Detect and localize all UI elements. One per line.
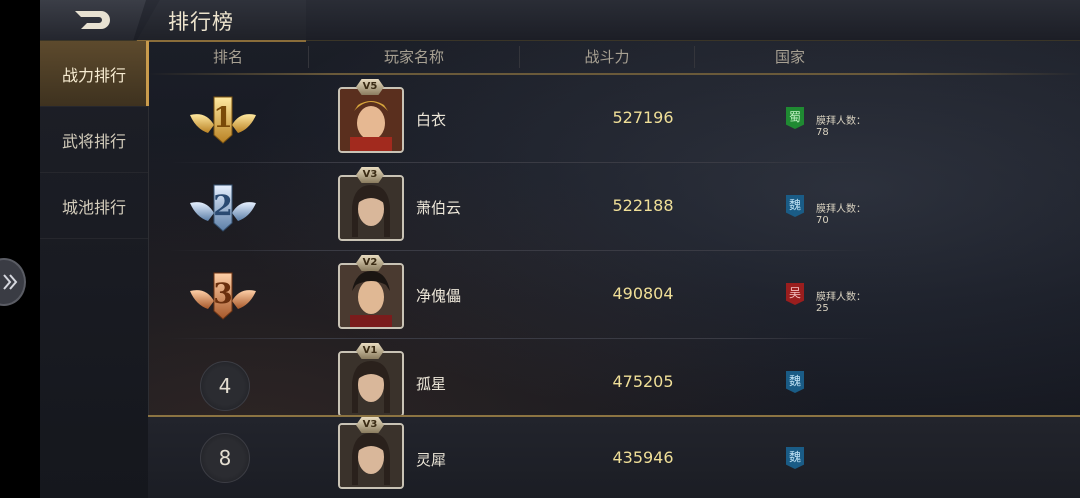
back-arrow-icon	[75, 11, 110, 29]
power-value: 475205	[612, 372, 674, 391]
vip-badge: V3	[356, 167, 384, 183]
column-header-rank: 排名	[148, 46, 309, 68]
vip-badge: V5	[356, 79, 384, 95]
vip-badge: V1	[356, 343, 384, 359]
table-row[interactable]: 2 V3 萧伯云 522188 魏 膜拜人数：70	[148, 163, 876, 251]
sidebar: 战力排行 武将排行 城池排行	[40, 41, 149, 498]
player-name: 白衣	[416, 111, 447, 129]
bronze-medal-icon: 3	[190, 272, 256, 320]
silver-medal-icon: 2	[190, 184, 256, 232]
table-row[interactable]: 1 V5 白衣 527196 蜀 膜拜人数：78	[148, 75, 876, 163]
player-name: 净傀儡	[416, 287, 462, 305]
player-avatar[interactable]	[338, 351, 404, 417]
page-title: 排行榜	[168, 10, 234, 34]
table-row[interactable]: 4 V1 孤星 475205 魏	[148, 339, 876, 417]
player-name: 孤星	[416, 375, 447, 393]
player-name: 萧伯云	[416, 199, 462, 217]
side-expand-handle[interactable]	[0, 258, 26, 306]
table-row[interactable]: 3 V2 净傀儡 490804 吴 膜拜人数：25	[148, 251, 876, 339]
rank-badge: 8	[200, 433, 250, 483]
column-header-country: 国家	[774, 48, 805, 66]
back-button[interactable]	[40, 0, 146, 40]
sidebar-item-general-ranking[interactable]: 武将排行	[40, 107, 148, 173]
country-flag-icon: 魏	[786, 371, 804, 393]
power-value: 522188	[612, 196, 674, 215]
player-avatar[interactable]	[338, 175, 404, 241]
country-flag-icon: 魏	[786, 447, 804, 469]
player-name: 灵犀	[416, 451, 447, 469]
table-header: 排名 玩家名称 战斗力 国家	[148, 41, 1080, 73]
column-header-player: 玩家名称	[309, 46, 520, 68]
gold-medal-icon: 1	[190, 96, 256, 144]
sidebar-item-label: 城池排行	[61, 197, 126, 217]
rank-number: 3	[213, 277, 232, 310]
power-value: 435946	[612, 448, 674, 467]
self-rank-row[interactable]: 8 V3 灵犀 435946 魏	[148, 415, 1080, 498]
player-avatar[interactable]	[338, 87, 404, 153]
country-flag-icon: 魏	[786, 195, 804, 217]
sidebar-item-power-ranking[interactable]: 战力排行	[40, 41, 149, 107]
vip-badge: V3	[356, 417, 384, 433]
game-screen: 排行榜 战力排行 武将排行 城池排行 排名 玩家名称 战斗力 国家 1 V5 白…	[40, 0, 1080, 498]
rank-number: 1	[213, 101, 232, 134]
sidebar-item-label: 战力排行	[61, 65, 126, 85]
country-flag-icon: 吴	[786, 283, 804, 305]
sidebar-item-label: 武将排行	[61, 131, 126, 151]
worship-count: 膜拜人数：78	[816, 116, 866, 138]
double-chevron-right-icon	[3, 274, 18, 290]
country-flag-icon: 蜀	[786, 107, 804, 129]
vip-badge: V2	[356, 255, 384, 271]
power-value: 490804	[612, 284, 674, 303]
rank-number: 2	[213, 189, 232, 222]
player-avatar[interactable]	[338, 263, 404, 329]
column-header-power: 战斗力	[520, 46, 695, 68]
power-value: 527196	[612, 108, 674, 127]
rank-badge: 4	[200, 361, 250, 411]
worship-count: 膜拜人数：25	[816, 292, 866, 314]
sidebar-item-city-ranking[interactable]: 城池排行	[40, 173, 148, 239]
worship-count: 膜拜人数：70	[816, 204, 866, 226]
